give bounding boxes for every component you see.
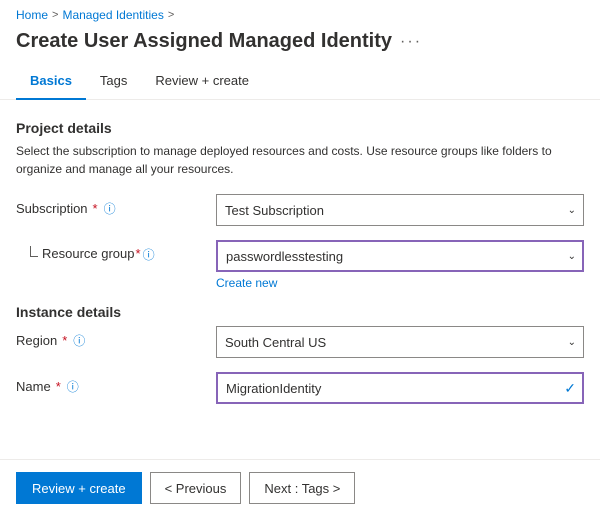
name-input-wrapper: ✓ xyxy=(216,372,584,404)
form-content: Project details Select the subscription … xyxy=(0,100,600,438)
subscription-info-icon[interactable]: ⓘ xyxy=(104,200,116,217)
subscription-row: Subscription * ⓘ Test Subscription ⌄ xyxy=(16,194,584,226)
region-label: Region xyxy=(16,333,57,348)
tab-basics[interactable]: Basics xyxy=(16,65,86,100)
subscription-control: Test Subscription ⌄ xyxy=(216,194,584,226)
name-label-col: Name * ⓘ xyxy=(16,372,216,395)
name-required: * xyxy=(56,379,61,394)
subscription-select-wrapper: Test Subscription ⌄ xyxy=(216,194,584,226)
breadcrumb: Home > Managed Identities > xyxy=(0,0,600,26)
footer: Review + create < Previous Next : Tags > xyxy=(0,459,600,516)
page-title: Create User Assigned Managed Identity xyxy=(16,30,392,53)
more-options-icon[interactable]: ··· xyxy=(400,33,422,51)
name-label: Name xyxy=(16,379,51,394)
name-row: Name * ⓘ ✓ xyxy=(16,372,584,404)
region-info-icon[interactable]: ⓘ xyxy=(73,332,85,349)
create-new-link[interactable]: Create new xyxy=(216,276,584,290)
name-control: ✓ xyxy=(216,372,584,404)
resource-group-select[interactable]: passwordlesstesting xyxy=(216,240,584,272)
region-select-wrapper: South Central US ⌄ xyxy=(216,326,584,358)
breadcrumb-home[interactable]: Home xyxy=(16,8,48,22)
name-input[interactable] xyxy=(216,372,584,404)
tab-tags[interactable]: Tags xyxy=(86,65,141,100)
project-details-title: Project details xyxy=(16,120,584,136)
page-header: Create User Assigned Managed Identity ··… xyxy=(0,26,600,65)
breadcrumb-managed-identities[interactable]: Managed Identities xyxy=(62,8,163,22)
resource-group-row: Resource group * ⓘ passwordlesstesting ⌄… xyxy=(16,240,584,290)
region-select[interactable]: South Central US xyxy=(216,326,584,358)
region-row: Region * ⓘ South Central US ⌄ xyxy=(16,326,584,358)
tab-review-create[interactable]: Review + create xyxy=(141,65,263,100)
review-create-button[interactable]: Review + create xyxy=(16,472,142,504)
name-info-icon[interactable]: ⓘ xyxy=(67,378,79,395)
instance-details-title: Instance details xyxy=(16,304,584,320)
subscription-required: * xyxy=(93,201,98,216)
breadcrumb-sep-1: > xyxy=(52,9,58,21)
resource-group-label: Resource group xyxy=(42,246,135,261)
resource-group-required: * xyxy=(136,246,141,261)
subscription-label-col: Subscription * ⓘ xyxy=(16,194,216,217)
subscription-select[interactable]: Test Subscription xyxy=(216,194,584,226)
tabs-nav: Basics Tags Review + create xyxy=(0,65,600,100)
next-button[interactable]: Next : Tags > xyxy=(249,472,355,504)
resource-group-label-col: Resource group * ⓘ xyxy=(16,240,216,263)
project-details-desc: Select the subscription to manage deploy… xyxy=(16,142,584,178)
previous-button[interactable]: < Previous xyxy=(150,472,242,504)
instance-details-section: Instance details xyxy=(16,304,584,320)
indent-bracket xyxy=(16,246,38,257)
resource-group-control: passwordlesstesting ⌄ Create new xyxy=(216,240,584,290)
breadcrumb-sep-2: > xyxy=(168,9,174,21)
region-control: South Central US ⌄ xyxy=(216,326,584,358)
region-required: * xyxy=(62,333,67,348)
subscription-label: Subscription xyxy=(16,201,88,216)
region-label-col: Region * ⓘ xyxy=(16,326,216,349)
resource-group-select-wrapper: passwordlesstesting ⌄ xyxy=(216,240,584,272)
resource-group-info-icon[interactable]: ⓘ xyxy=(143,246,155,263)
